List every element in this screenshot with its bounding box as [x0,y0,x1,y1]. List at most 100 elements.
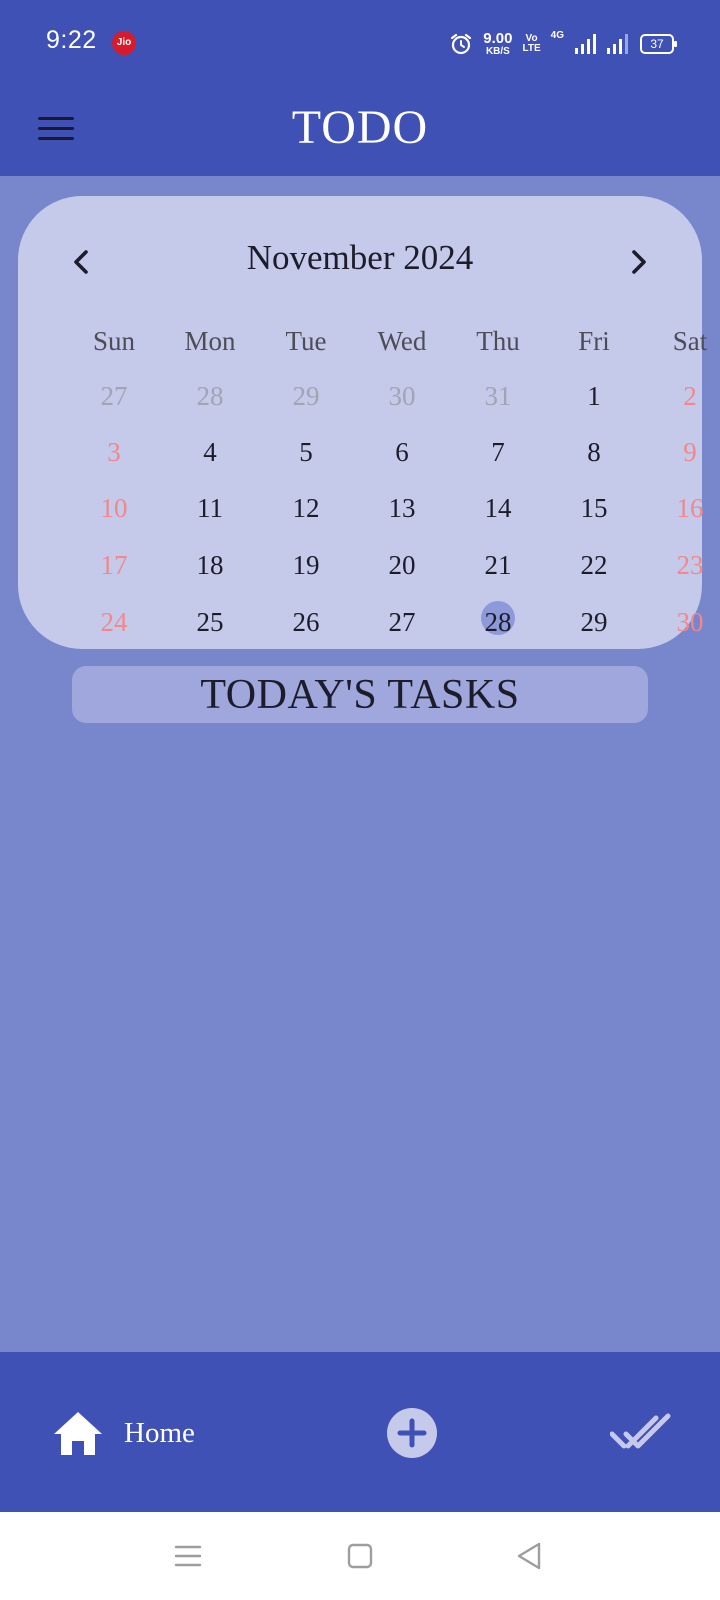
calendar-day[interactable]: 29 [258,374,354,418]
calendar-day[interactable]: 9 [642,430,720,474]
calendar-day[interactable]: 20 [354,543,450,587]
signal-icon [607,34,628,54]
calendar-day-number: 11 [197,493,223,523]
calendar-day-number: 25 [196,607,224,637]
calendar-day[interactable]: 30 [642,600,720,644]
calendar-day[interactable]: 11 [162,486,258,530]
calendar-day[interactable]: 24 [66,600,162,644]
calendar-day[interactable]: 29 [546,600,642,644]
network-type: 4G [550,30,564,41]
calendar-day[interactable]: 2 [642,374,720,418]
home-label: Home [124,1416,195,1449]
calendar-day-number: 31 [484,381,512,411]
weekday-label: Wed [377,326,427,356]
calendar-day[interactable]: 6 [354,430,450,474]
calendar-day-number: 29 [292,381,320,411]
calendar-day[interactable]: 31 [450,374,546,418]
calendar-day-number: 23 [676,550,704,580]
calendar-day-number: 3 [107,437,121,467]
calendar-day-number: 22 [580,550,608,580]
weekday-label: Tue [285,326,327,356]
calendar-day-number: 12 [292,493,320,523]
calendar-day-selected[interactable]: 28 [450,600,546,644]
calendar-day-number: 10 [100,493,128,523]
calendar-day[interactable]: 15 [546,486,642,530]
weekday-label: Thu [476,326,520,356]
network-speed: 9.00 KB/S [483,31,512,57]
calendar-day[interactable]: 16 [642,486,720,530]
calendar-day[interactable]: 1 [546,374,642,418]
calendar: November 2024 Sun Mon Tue Wed Thu Fri Sat 27 28… [18,196,707,649]
calendar-day-number: 20 [388,550,416,580]
calendar-day-number: 30 [388,381,416,411]
volte-indicator: Vo LTE [522,33,541,55]
weekday-label: Fri [578,326,610,356]
calendar-day[interactable]: 19 [258,543,354,587]
calendar-day[interactable]: 22 [546,543,642,587]
calendar-day[interactable]: 5 [258,430,354,474]
calendar-day[interactable]: 14 [450,486,546,530]
alarm-icon [451,33,472,55]
calendar-day[interactable]: 27 [354,600,450,644]
calendar-day[interactable]: 25 [162,600,258,644]
calendar-day[interactable]: 13 [354,486,450,530]
calendar-day[interactable]: 3 [66,430,162,474]
calendar-day-number: 28 [196,381,224,411]
calendar-day-number: 13 [388,493,416,523]
speed-value: 9.00 [483,30,513,47]
calendar-day[interactable]: 18 [162,543,258,587]
status-icons: 9.00 KB/S Vo LTE 4G 37 [449,26,677,62]
calendar-day[interactable]: 7 [450,430,546,474]
calendar-day[interactable]: 23 [642,543,720,587]
calendar-day[interactable]: 10 [66,486,162,530]
status-bar: 9:22 Jio 9.00 KB/S Vo LTE 4G 37 [0,0,720,88]
home-square-icon[interactable] [344,1540,376,1572]
weekday-label: Sat [672,326,708,356]
calendar-day-number: 1 [587,381,601,411]
calendar-day-number: 6 [395,437,409,467]
calendar-day-number: 9 [683,437,697,467]
volte-bottom: LTE [522,43,541,54]
double-check-icon[interactable] [610,1410,672,1456]
home-icon [54,1412,102,1455]
status-time: 9:22 [46,26,97,54]
calendar-day-number: 19 [292,550,320,580]
month-label: November 2024 [246,238,474,277]
chevron-right-icon[interactable] [618,242,658,282]
app-title: TODO [291,101,429,154]
calendar-day-number: 4 [203,437,217,467]
add-icon [397,1418,427,1448]
calendar-day[interactable]: 4 [162,430,258,474]
todays-tasks-header: TODAY'S TASKS [72,666,648,723]
weekday-label: Sun [92,326,136,356]
calendar-day-number: 27 [388,607,416,637]
home-nav-button[interactable]: Home [52,1406,195,1460]
calendar-day[interactable]: 12 [258,486,354,530]
signal-icon [575,34,596,54]
calendar-day[interactable]: 27 [66,374,162,418]
calendar-day[interactable]: 21 [450,543,546,587]
calendar-day-number: 8 [587,437,601,467]
calendar-day[interactable]: 28 [162,374,258,418]
calendar-day-number: 21 [484,550,512,580]
add-task-button[interactable] [387,1408,437,1458]
calendar-day[interactable]: 26 [258,600,354,644]
calendar-day-number: 14 [484,493,512,523]
calendar-day[interactable]: 30 [354,374,450,418]
calendar-day-number: 24 [100,607,128,637]
chevron-left-icon[interactable] [62,242,102,282]
recents-icon[interactable] [172,1540,204,1572]
bottom-navigation: Home [0,1352,720,1512]
calendar-day-number: 26 [292,607,320,637]
calendar-day-number: 5 [299,437,313,467]
speed-unit: KB/S [485,46,510,57]
carrier-badge: Jio [112,31,136,55]
back-icon[interactable] [514,1540,546,1572]
calendar-day-number: 16 [676,493,704,523]
calendar-day-number: 15 [580,493,608,523]
battery-icon: 37 [640,34,677,54]
calendar-day-number: 30 [676,607,704,637]
calendar-day-number: 28 [484,607,512,637]
calendar-day[interactable]: 8 [546,430,642,474]
calendar-day[interactable]: 17 [66,543,162,587]
